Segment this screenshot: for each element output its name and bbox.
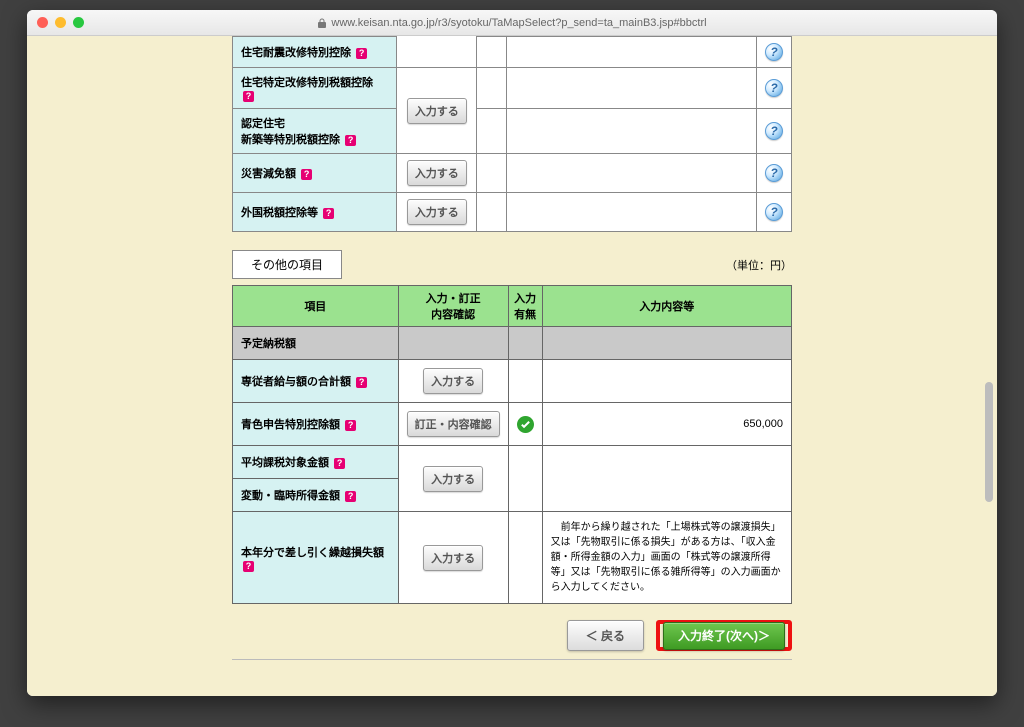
address-bar: www.keisan.nta.go.jp/r3/syotoku/TaMapSel… — [27, 17, 997, 29]
page-body: 住宅耐震改修特別控除 ??住宅特定改修特別税額控除 ?入力する?認定住宅新築等特… — [27, 36, 997, 696]
scrollbar-thumb[interactable] — [985, 382, 993, 502]
help-icon[interactable]: ? — [765, 79, 783, 97]
input-button[interactable]: 入力する — [423, 368, 483, 394]
blue-return-row: 青色申告特別控除額 ?訂正・内容確認650,000 — [233, 403, 792, 446]
help-icon[interactable]: ? — [765, 164, 783, 182]
row-value — [506, 37, 756, 68]
help-badge-icon[interactable]: ? — [356, 377, 367, 388]
help-badge-icon[interactable]: ? — [345, 491, 356, 502]
scheduled-tax-row: 予定納税額 — [233, 327, 792, 360]
section-tab[interactable]: その他の項目 — [232, 250, 342, 279]
deduction-row: 災害減免額 ? 入力する? — [233, 154, 792, 193]
section-header: その他の項目 （単位：円） — [232, 250, 792, 279]
button-bar: ＜ 戻る 入力終了(次へ)＞ — [232, 620, 792, 651]
col-value: 入力内容等 — [542, 286, 791, 327]
close-dot[interactable] — [37, 17, 48, 28]
next-button[interactable]: 入力終了(次へ)＞ — [663, 622, 785, 650]
deductions-table: 住宅耐震改修特別控除 ??住宅特定改修特別税額控除 ?入力する?認定住宅新築等特… — [232, 36, 792, 232]
row-flag — [477, 154, 506, 193]
row-flag — [477, 193, 506, 232]
carryover-loss-row: 本年分で差し引く繰越損失額 ?入力する 前年から繰り越された「上場株式等の譲渡損… — [233, 512, 792, 604]
title-bar: www.keisan.nta.go.jp/r3/syotoku/TaMapSel… — [27, 10, 997, 36]
other-row: 平均課税対象金額 ?入力する — [233, 446, 792, 479]
window-controls — [37, 17, 84, 28]
other-row: 専従者給与額の合計額 ?入力する — [233, 360, 792, 403]
col-item: 項目 — [233, 286, 399, 327]
zoom-dot[interactable] — [73, 17, 84, 28]
help-badge-icon[interactable]: ? — [356, 48, 367, 59]
carryover-note: 前年から繰り越された「上場株式等の譲渡損失」又は「先物取引に係る損失」がある方は… — [551, 520, 783, 595]
row-flag — [477, 37, 506, 68]
lock-icon — [317, 18, 327, 28]
help-icon[interactable]: ? — [765, 203, 783, 221]
browser-window: www.keisan.nta.go.jp/r3/syotoku/TaMapSel… — [27, 10, 997, 696]
col-flag: 入力有無 — [508, 286, 542, 327]
help-badge-icon[interactable]: ? — [334, 458, 345, 469]
help-icon[interactable]: ? — [765, 122, 783, 140]
col-confirm: 入力・訂正内容確認 — [398, 286, 508, 327]
edit-confirm-button[interactable]: 訂正・内容確認 — [407, 411, 500, 437]
help-badge-icon[interactable]: ? — [243, 91, 254, 102]
other-items-table: 項目 入力・訂正内容確認 入力有無 入力内容等 予定納税額専従者給与額の合計額 … — [232, 285, 792, 604]
input-button[interactable]: 入力する — [423, 545, 483, 571]
input-button[interactable]: 入力する — [407, 199, 467, 225]
help-badge-icon[interactable]: ? — [243, 561, 254, 572]
input-button[interactable]: 入力する — [407, 98, 467, 124]
row-help: ? — [756, 193, 791, 232]
input-button[interactable]: 入力する — [407, 160, 467, 186]
unit-label: （単位：円） — [726, 257, 792, 273]
scrollbar[interactable] — [985, 42, 993, 690]
row-label: 外国税額控除等 ? — [233, 193, 397, 232]
help-icon[interactable]: ? — [765, 43, 783, 61]
help-badge-icon[interactable]: ? — [345, 420, 356, 431]
check-icon — [517, 416, 534, 433]
help-badge-icon[interactable]: ? — [345, 135, 356, 146]
deduction-row: 住宅特定改修特別税額控除 ?入力する? — [233, 68, 792, 109]
input-button[interactable]: 入力する — [423, 466, 483, 492]
next-button-highlight: 入力終了(次へ)＞ — [656, 620, 792, 651]
deduction-row: 住宅耐震改修特別控除 ?? — [233, 37, 792, 68]
back-button[interactable]: ＜ 戻る — [567, 620, 644, 651]
row-value — [506, 193, 756, 232]
deduction-row: 外国税額控除等 ? 入力する? — [233, 193, 792, 232]
help-badge-icon[interactable]: ? — [301, 169, 312, 180]
minimize-dot[interactable] — [55, 17, 66, 28]
deduction-row: 認定住宅新築等特別税額控除 ?? — [233, 109, 792, 154]
row-help: ? — [756, 37, 791, 68]
row-help: ? — [756, 154, 791, 193]
row-value — [506, 154, 756, 193]
row-label: 住宅耐震改修特別控除 ? — [233, 37, 397, 68]
divider — [232, 659, 792, 660]
url-text: www.keisan.nta.go.jp/r3/syotoku/TaMapSel… — [331, 17, 706, 29]
help-badge-icon[interactable]: ? — [323, 208, 334, 219]
row-label: 災害減免額 ? — [233, 154, 397, 193]
